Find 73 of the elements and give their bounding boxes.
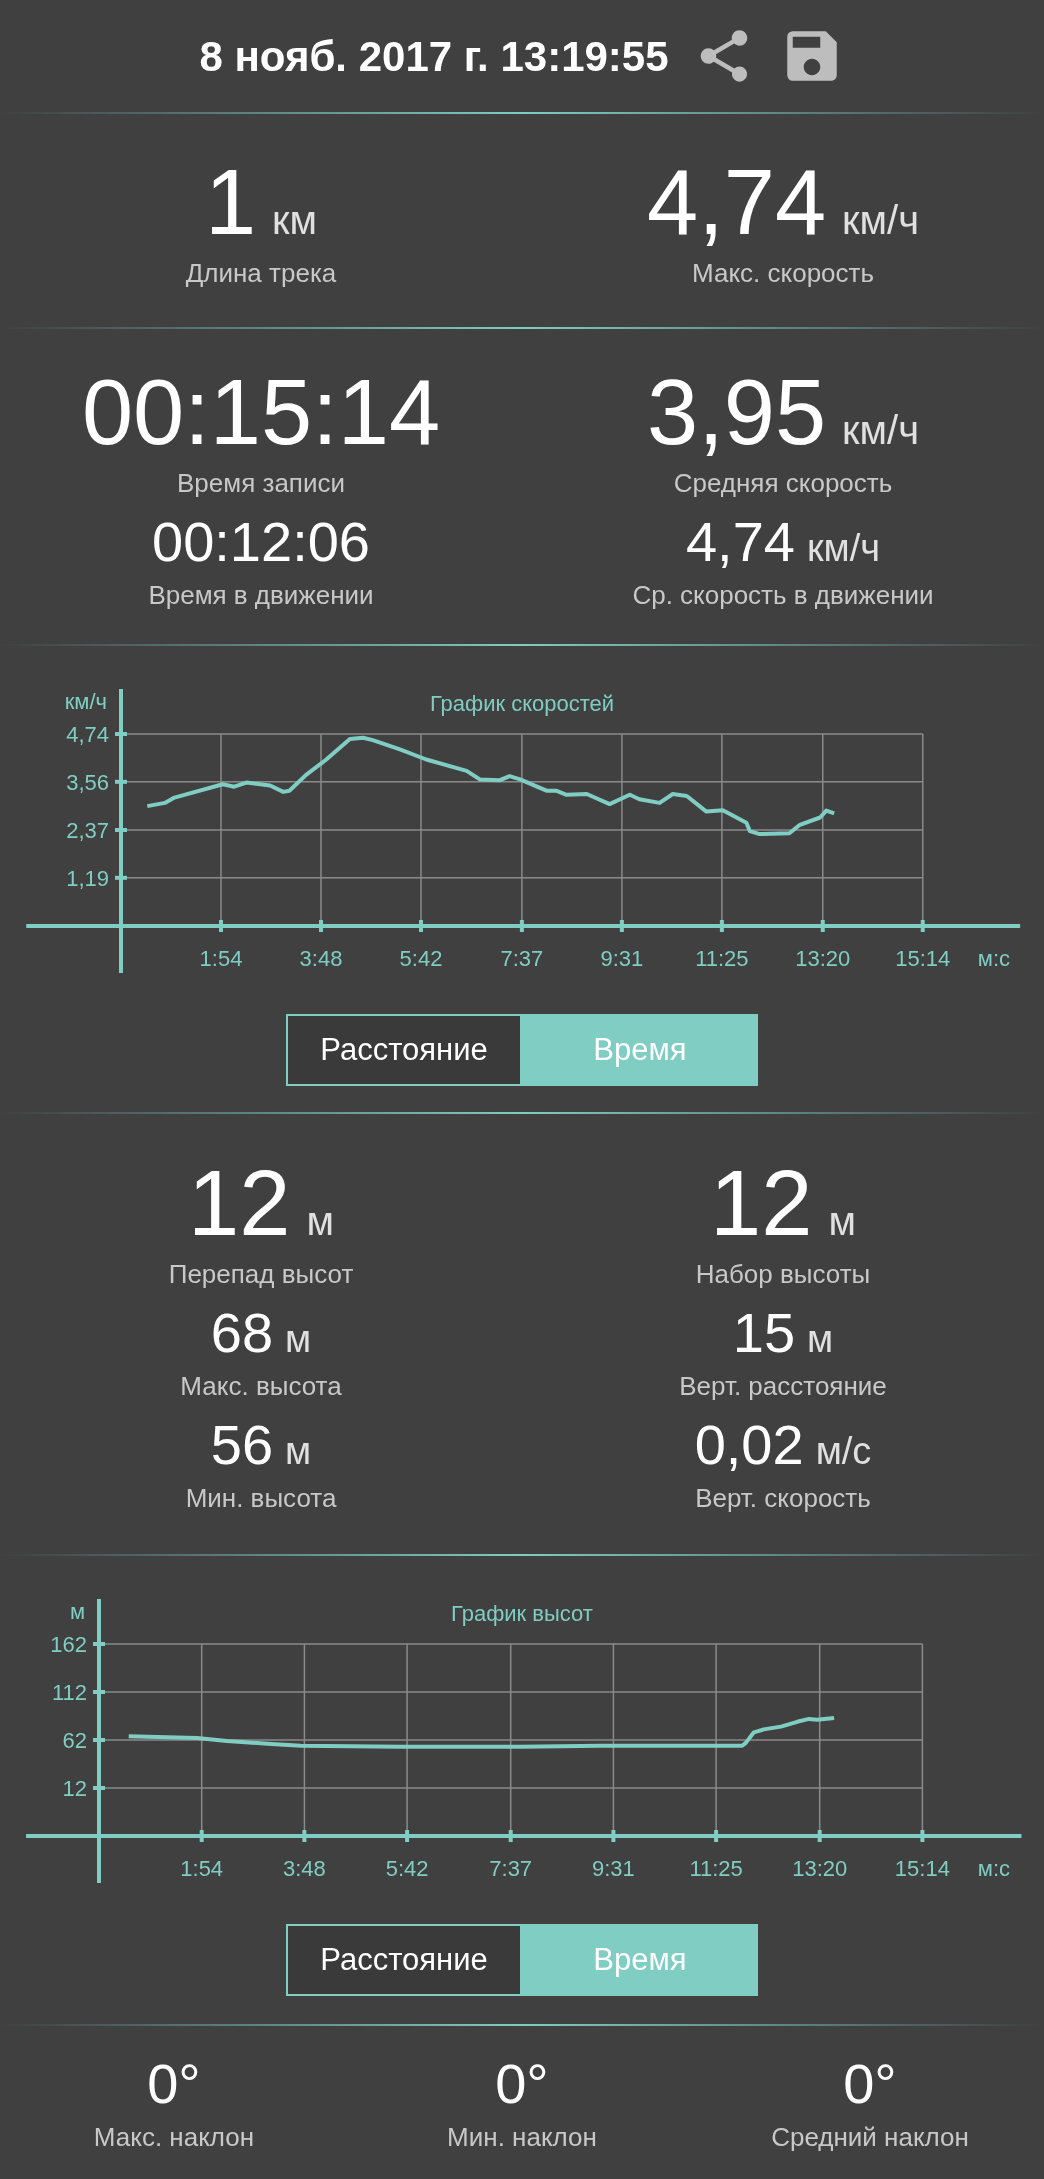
x-tick-label: 11:25 [689,1856,743,1881]
stat-unit: км [272,199,318,240]
x-tick-label: 9:31 [592,1856,635,1881]
track-datetime: 8 нояб. 2017 г. 13:19:55 [199,31,669,82]
stat-value: 0° [495,2055,549,2112]
stat-label: Мин. высота [185,1485,337,1511]
stat-value: 12 [710,1157,813,1249]
stat-value: 68 [210,1305,274,1361]
stat-unit: м [807,1320,834,1358]
y-tick-label: 112 [51,1680,87,1705]
x-tick-label: 1:54 [180,1856,224,1881]
stat-label: Мин. наклон [447,2123,597,2150]
x-axis-label: м:с [977,946,1010,971]
x-tick-label: 3:48 [283,1856,326,1881]
x-tick-label: 13:20 [795,946,851,971]
stat-value: 00:15:14 [81,365,441,458]
y-axis-label: км/ч [64,689,107,714]
x-tick-label: 13:20 [792,1856,848,1881]
x-axis-label: м:с [977,1856,1010,1881]
stat-unit: м/с [815,1432,872,1470]
stat-unit: м [285,1320,312,1358]
stat-unit: м [306,1201,334,1241]
chart-title: График скоростей [429,691,615,716]
stat-value: 0° [843,2055,897,2112]
stat-value: 0,02 [694,1417,804,1473]
stat-label: Верт. скорость [695,1485,871,1511]
stat-label: Время записи [177,469,345,496]
x-tick-label: 5:42 [399,946,443,971]
y-tick-label: 1,19 [66,865,109,891]
y-tick-label: 12 [62,1776,87,1801]
chart-title: График высот [451,1601,593,1626]
stat-value: 1 [204,155,257,248]
stat-label: Набор высоты [695,1261,871,1287]
stat-label: Макс. высота [180,1373,342,1399]
stat-value: 4,74 [647,155,827,248]
stat-unit: км/ч [842,199,919,240]
x-tick-label: 3:48 [299,946,343,971]
stat-label: Верт. расстояние [679,1373,887,1399]
stat-unit: м [285,1432,312,1470]
y-tick-label: 4,74 [66,722,109,748]
stat-value: 12 [188,1157,291,1249]
x-tick-label: 7:37 [489,1856,533,1881]
y-tick-label: 3,56 [66,769,109,795]
stat-unit: км/ч [842,409,919,450]
mode-tab[interactable]: Расстояние [286,1924,522,1996]
x-tick-label: 7:37 [500,946,544,971]
y-axis-label: м [69,1599,85,1624]
x-tick-label: 15:14 [895,946,951,971]
mode-tab[interactable]: Расстояние [286,1014,522,1086]
x-tick-label: 9:31 [600,946,644,971]
stat-label: Макс. скорость [692,259,874,286]
stat-value: 15 [732,1305,796,1361]
stat-value: 3,95 [647,365,827,458]
stat-value: 0° [147,2055,201,2112]
x-tick-label: 5:42 [385,1856,429,1881]
stat-value: 00:12:06 [152,513,370,570]
y-tick-label: 62 [62,1728,87,1753]
stat-unit: км/ч [806,528,881,567]
y-tick-label: 2,37 [66,818,109,843]
y-tick-label: 162 [50,1632,87,1657]
x-tick-label: 1:54 [199,946,243,971]
stat-value: 4,74 [685,513,795,570]
x-tick-label: 11:25 [695,946,749,971]
stat-label: Перепад высот [168,1261,354,1287]
stat-unit: м [828,1201,856,1241]
stat-label: Средний наклон [771,2123,969,2150]
stat-label: Время в движении [148,581,374,608]
stat-label: Длина трека [185,259,337,286]
x-tick-label: 15:14 [894,1856,950,1881]
stat-value: 56 [210,1417,274,1473]
stat-label: Средняя скорость [673,469,893,496]
stat-label: Макс. наклон [93,2123,255,2150]
stat-label: Ср. скорость в движении [632,581,934,608]
